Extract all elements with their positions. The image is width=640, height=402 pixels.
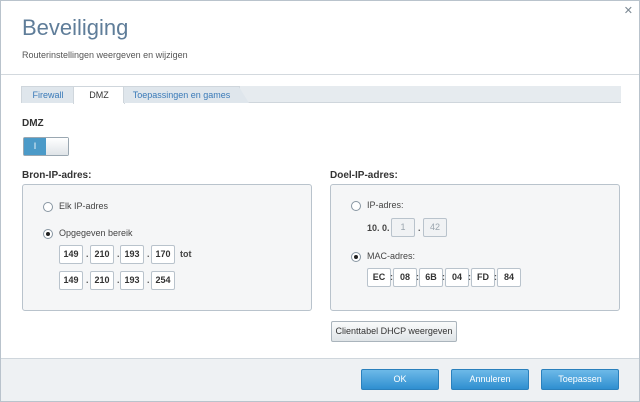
octet-separator: . bbox=[86, 275, 89, 285]
radio-specified-range[interactable] bbox=[43, 229, 53, 239]
tab-dmz[interactable]: DMZ bbox=[73, 86, 125, 104]
range-end-octet-3[interactable]: 193 bbox=[120, 271, 144, 290]
page-title: Beveiliging bbox=[22, 15, 129, 40]
dmz-label: DMZ bbox=[22, 118, 44, 129]
mac-part-5[interactable]: FD bbox=[471, 268, 495, 287]
mac-part-3[interactable]: 6B bbox=[419, 268, 443, 287]
octet-separator: . bbox=[147, 249, 150, 259]
octet-separator: . bbox=[86, 249, 89, 259]
dialog: ✕ Beveiliging Routerinstellingen weergev… bbox=[0, 0, 640, 402]
page-subtitle: Routerinstellingen weergeven en wijzigen bbox=[22, 50, 188, 60]
toggle-knob bbox=[46, 138, 68, 155]
divider bbox=[1, 74, 639, 75]
mac-part-1[interactable]: EC bbox=[367, 268, 391, 287]
range-start-octet-1[interactable]: 149 bbox=[59, 245, 83, 264]
range-end-octet-2[interactable]: 210 bbox=[90, 271, 114, 290]
source-heading: Bron-IP-adres: bbox=[22, 170, 92, 181]
radio-mac-address[interactable] bbox=[351, 252, 361, 262]
mac-part-2[interactable]: 08 bbox=[393, 268, 417, 287]
radio-ip-address[interactable] bbox=[351, 201, 361, 211]
tab-firewall[interactable]: Firewall bbox=[21, 86, 75, 103]
cancel-button[interactable]: Annuleren bbox=[451, 369, 529, 390]
destination-panel: IP-adres: 10. 0. 1 . 42 MAC-adres: EC : … bbox=[330, 184, 620, 311]
range-end-octet-4[interactable]: 254 bbox=[151, 271, 175, 290]
mac-part-6[interactable]: 84 bbox=[497, 268, 521, 287]
source-panel: Elk IP-adres Opgegeven bereik 149 . 210 … bbox=[22, 184, 312, 311]
dest-ip-octet-3[interactable]: 1 bbox=[391, 218, 415, 237]
close-icon[interactable]: ✕ bbox=[624, 4, 633, 17]
mac-address-label: MAC-adres: bbox=[367, 251, 416, 261]
specified-range-label: Opgegeven bereik bbox=[59, 228, 133, 238]
range-start-octet-4[interactable]: 170 bbox=[151, 245, 175, 264]
ip-address-label: IP-adres: bbox=[367, 200, 404, 210]
any-ip-label: Elk IP-adres bbox=[59, 201, 109, 211]
apply-button[interactable]: Toepassen bbox=[541, 369, 619, 390]
ok-button[interactable]: OK bbox=[361, 369, 439, 390]
range-end-octet-1[interactable]: 149 bbox=[59, 271, 83, 290]
range-start-octet-2[interactable]: 210 bbox=[90, 245, 114, 264]
octet-separator: . bbox=[418, 223, 421, 233]
to-label: tot bbox=[180, 249, 192, 259]
ip-prefix: 10. 0. bbox=[367, 223, 390, 233]
dest-ip-octet-4[interactable]: 42 bbox=[423, 218, 447, 237]
tab-applications-games[interactable]: Toepassingen en games bbox=[123, 86, 249, 103]
footer-bar: OK Annuleren Toepassen bbox=[1, 358, 639, 401]
range-start-octet-3[interactable]: 193 bbox=[120, 245, 144, 264]
destination-heading: Doel-IP-adres: bbox=[330, 170, 398, 181]
radio-any-ip[interactable] bbox=[43, 202, 53, 212]
tab-bar: Firewall DMZ Toepassingen en games bbox=[21, 86, 621, 104]
toggle-on-indicator: I bbox=[24, 138, 46, 155]
mac-part-4[interactable]: 04 bbox=[445, 268, 469, 287]
dhcp-client-table-button[interactable]: Clienttabel DHCP weergeven bbox=[331, 321, 457, 342]
dmz-toggle[interactable]: I bbox=[23, 137, 69, 156]
octet-separator: . bbox=[147, 275, 150, 285]
